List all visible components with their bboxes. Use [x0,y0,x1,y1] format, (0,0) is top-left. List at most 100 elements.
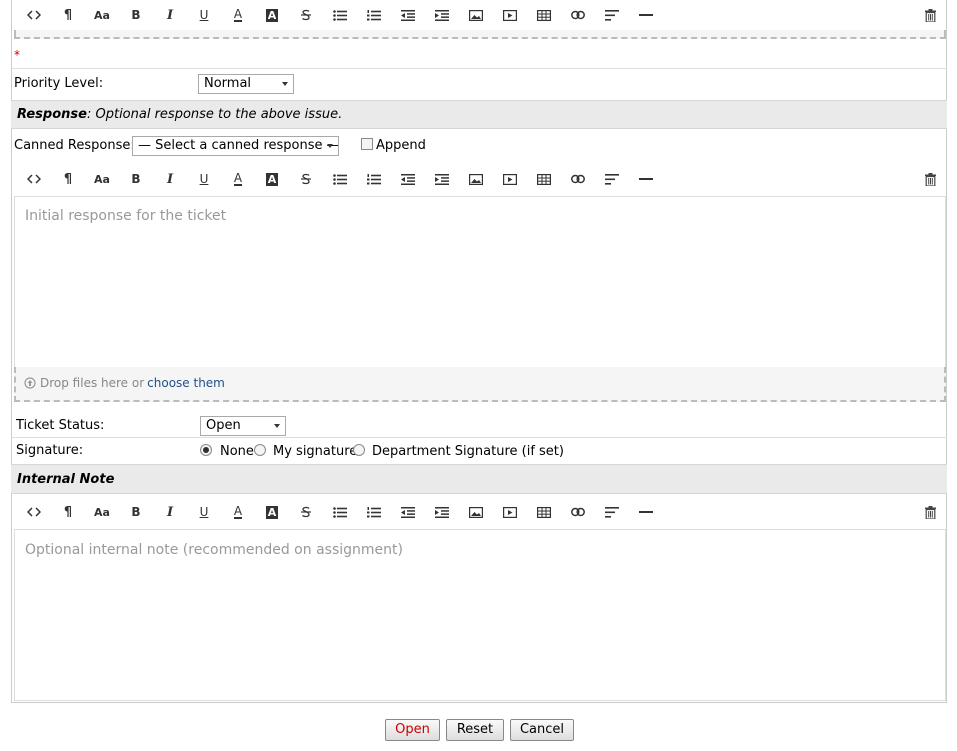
append-label: Append [376,138,426,153]
italic-icon[interactable]: I [157,0,183,30]
underline-icon[interactable]: U [191,164,217,194]
table-icon[interactable] [531,0,557,30]
video-icon[interactable] [497,0,523,30]
image-icon[interactable] [463,164,489,194]
signature-mine-radio[interactable] [254,444,266,456]
highlight-icon[interactable]: A [259,164,285,194]
link-icon[interactable] [565,164,591,194]
divider [11,68,947,69]
outdent-icon[interactable] [395,164,421,194]
bold-icon[interactable]: B [123,497,149,527]
bullet-list-icon[interactable] [327,0,353,30]
bullet-list-icon[interactable] [327,164,353,194]
indent-icon[interactable] [429,164,455,194]
font-size-icon[interactable]: Aa [89,164,115,194]
align-icon[interactable] [599,0,625,30]
strikethrough-icon[interactable] [293,164,319,194]
paragraph-icon[interactable]: ¶ [55,0,81,30]
bullet-list-icon[interactable] [327,497,353,527]
table-icon[interactable] [531,164,557,194]
font-size-icon[interactable]: Aa [89,497,115,527]
numbered-list-icon[interactable] [361,0,387,30]
internal-note-placeholder: Optional internal note (recommended on a… [25,542,403,558]
trash-icon[interactable] [917,0,943,30]
drop-text: Drop files here or [40,376,145,390]
cancel-button[interactable]: Cancel [510,719,574,741]
response-editor[interactable]: Initial response for the ticket [14,196,946,368]
trash-icon[interactable] [917,164,943,194]
editor-toolbar-note: ¶ Aa B I U A A [14,497,946,527]
append-checkbox[interactable] [361,138,373,150]
signature-department-label: Department Signature (if set) [372,444,564,459]
required-mark: * [14,48,20,62]
internal-note-header: Internal Note [11,464,947,494]
ticket-status-select[interactable]: Open [200,416,286,436]
internal-note-editor[interactable]: Optional internal note (recommended on a… [14,529,946,701]
horizontal-rule-icon[interactable] [633,0,659,30]
canned-response-select[interactable]: — Select a canned response — [132,136,339,156]
response-placeholder: Initial response for the ticket [25,208,227,224]
signature-label: Signature: [16,443,84,458]
bold-icon[interactable]: B [123,0,149,30]
indent-icon[interactable] [429,497,455,527]
strikethrough-icon[interactable] [293,497,319,527]
indent-icon[interactable] [429,0,455,30]
image-icon[interactable] [463,0,489,30]
chevron-down-icon [282,82,288,86]
outdent-icon[interactable] [395,497,421,527]
link-icon[interactable] [565,0,591,30]
underline-icon[interactable]: U [191,497,217,527]
italic-icon[interactable]: I [157,497,183,527]
response-section-header: Response: Optional response to the above… [11,100,947,129]
align-icon[interactable] [599,497,625,527]
reset-button[interactable]: Reset [446,719,504,741]
ticket-status-label: Ticket Status: [16,418,105,433]
paragraph-icon[interactable]: ¶ [55,497,81,527]
upload-icon [24,377,36,389]
table-icon[interactable] [531,497,557,527]
paragraph-icon[interactable]: ¶ [55,164,81,194]
numbered-list-icon[interactable] [361,164,387,194]
outdent-icon[interactable] [395,0,421,30]
signature-department-radio[interactable] [353,444,365,456]
trash-icon[interactable] [917,497,943,527]
horizontal-rule-icon[interactable] [633,164,659,194]
priority-select[interactable]: Normal [198,74,294,94]
align-icon[interactable] [599,164,625,194]
internal-note-heading: Internal Note [17,472,115,487]
chevron-down-icon [274,424,280,428]
divider [11,437,947,438]
signature-none-label: None [220,444,254,459]
font-color-icon[interactable]: A [225,0,251,30]
bold-icon[interactable]: B [123,164,149,194]
editor-toolbar-top: ¶ Aa B I U A A [14,0,946,30]
code-icon[interactable] [21,497,47,527]
highlight-icon[interactable]: A [259,0,285,30]
signature-none-radio[interactable] [200,444,212,456]
open-button[interactable]: Open [385,719,440,741]
signature-mine-label: My signature [273,444,358,459]
italic-icon[interactable]: I [157,164,183,194]
code-icon[interactable] [21,164,47,194]
highlight-icon[interactable]: A [259,497,285,527]
font-color-icon[interactable]: A [225,164,251,194]
code-icon[interactable] [21,0,47,30]
canned-response-value: — Select a canned response — [138,138,339,153]
image-icon[interactable] [463,497,489,527]
underline-icon[interactable]: U [191,0,217,30]
link-icon[interactable] [565,497,591,527]
horizontal-rule-icon[interactable] [633,497,659,527]
video-icon[interactable] [497,164,523,194]
canned-response-label: Canned Response: [14,138,135,153]
response-heading: Response [17,107,87,122]
priority-label: Priority Level: [14,76,104,91]
chevron-down-icon [327,144,333,148]
font-color-icon[interactable]: A [225,497,251,527]
response-drop-zone[interactable]: Drop files here or choose them [14,367,946,402]
strikethrough-icon[interactable] [293,0,319,30]
numbered-list-icon[interactable] [361,497,387,527]
choose-files-link[interactable]: choose them [147,376,225,390]
drop-zone-top [14,30,946,39]
font-size-icon[interactable]: Aa [89,0,115,30]
video-icon[interactable] [497,497,523,527]
